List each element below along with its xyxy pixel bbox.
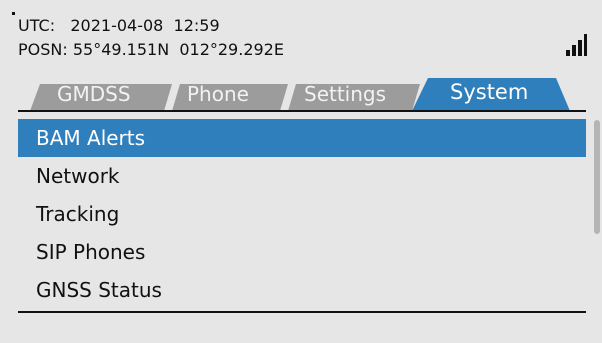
tab-underline <box>18 110 586 112</box>
signal-strength-icon <box>566 34 587 56</box>
signal-bar-3 <box>578 40 582 56</box>
menu-item-bam-alerts[interactable]: BAM Alerts <box>18 119 586 157</box>
status-header: UTC: 2021-04-08 12:59 POSN: 55°49.151N 0… <box>12 12 284 62</box>
tab-settings[interactable]: Settings <box>304 80 386 108</box>
utc-readout: UTC: 2021-04-08 12:59 <box>18 16 220 35</box>
menu-item-sip-phones[interactable]: SIP Phones <box>18 233 586 271</box>
tab-system[interactable]: System <box>450 78 528 106</box>
position-readout: POSN: 55°49.151N 012°29.292E <box>18 40 284 59</box>
terminal-screen: UTC: 2021-04-08 12:59 POSN: 55°49.151N 0… <box>0 0 602 343</box>
menu-scrollbar[interactable] <box>594 120 600 234</box>
bottom-divider <box>18 311 586 313</box>
signal-bar-4 <box>584 34 587 56</box>
system-menu: BAM Alerts Network Tracking SIP Phones G… <box>18 119 586 309</box>
menu-item-tracking[interactable]: Tracking <box>18 195 586 233</box>
tab-gmdss[interactable]: GMDSS <box>57 80 131 108</box>
status-indicator-dot <box>12 12 15 15</box>
menu-item-gnss-status[interactable]: GNSS Status <box>18 271 586 309</box>
tab-bar: GMDSS Phone Settings System <box>0 78 602 111</box>
signal-bar-1 <box>566 50 570 56</box>
menu-item-network[interactable]: Network <box>18 157 586 195</box>
signal-bar-2 <box>572 45 576 56</box>
tab-phone[interactable]: Phone <box>187 80 249 108</box>
